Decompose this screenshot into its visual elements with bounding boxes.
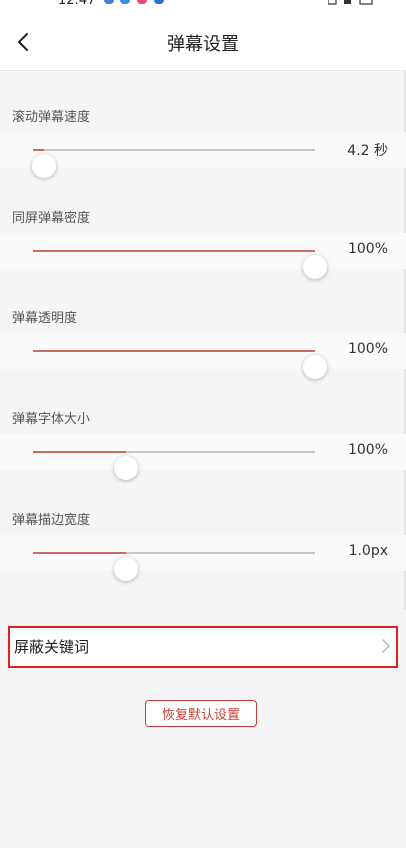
setting-label: 滚动弹幕速度 bbox=[12, 110, 91, 125]
page-title: 弹幕设置 bbox=[167, 34, 239, 55]
slider-row: 100% bbox=[0, 434, 406, 480]
status-time: 12:47 bbox=[58, 0, 96, 8]
notification-icon bbox=[137, 0, 147, 4]
notification-icon bbox=[120, 0, 130, 4]
slider-value: 100% bbox=[347, 241, 388, 257]
setting-label: 弹幕字体大小 bbox=[12, 412, 91, 427]
chevron-right-icon bbox=[382, 639, 390, 653]
reset-defaults-button[interactable]: 恢复默认设置 bbox=[145, 700, 257, 727]
setting-label: 同屏弹幕密度 bbox=[12, 211, 91, 226]
slider-row: 1.0px bbox=[0, 535, 406, 581]
slider-value: 100% bbox=[347, 442, 388, 458]
notification-icon bbox=[154, 0, 164, 4]
slider-track[interactable] bbox=[33, 451, 315, 480]
slider-thumb[interactable] bbox=[303, 255, 327, 279]
slider-value: 4.2 秒 bbox=[347, 143, 388, 159]
notification-icon bbox=[104, 0, 114, 4]
slider-thumb[interactable] bbox=[114, 557, 138, 581]
slider-value: 1.0px bbox=[348, 543, 388, 559]
slider-row: 100% bbox=[0, 333, 406, 379]
signal-icon bbox=[328, 0, 373, 5]
slider-fill bbox=[33, 451, 126, 453]
slider-row: 4.2 秒 bbox=[0, 132, 406, 178]
slider-fill bbox=[33, 250, 315, 252]
slider-thumb[interactable] bbox=[114, 456, 138, 480]
slider-value: 100% bbox=[347, 341, 388, 357]
slider-thumb[interactable] bbox=[32, 154, 56, 178]
slider-track[interactable] bbox=[33, 552, 315, 581]
setting-label: 弹幕描边宽度 bbox=[12, 513, 91, 528]
slider-fill bbox=[33, 350, 315, 352]
slider-row: 100% bbox=[0, 233, 406, 279]
slider-thumb[interactable] bbox=[303, 355, 327, 379]
slider-track[interactable] bbox=[33, 250, 327, 279]
slider-fill bbox=[33, 149, 44, 151]
slider-track[interactable] bbox=[32, 149, 315, 178]
slider-fill bbox=[33, 552, 126, 554]
setting-label: 弹幕透明度 bbox=[12, 311, 78, 326]
header-bar: 弹幕设置 bbox=[0, 14, 406, 71]
status-bar: 12:47 bbox=[0, 0, 406, 14]
slider-track[interactable] bbox=[33, 350, 327, 379]
blocked-keywords-label: 屏蔽关键词 bbox=[14, 638, 90, 656]
blocked-keywords-row[interactable]: 屏蔽关键词 bbox=[8, 626, 398, 668]
